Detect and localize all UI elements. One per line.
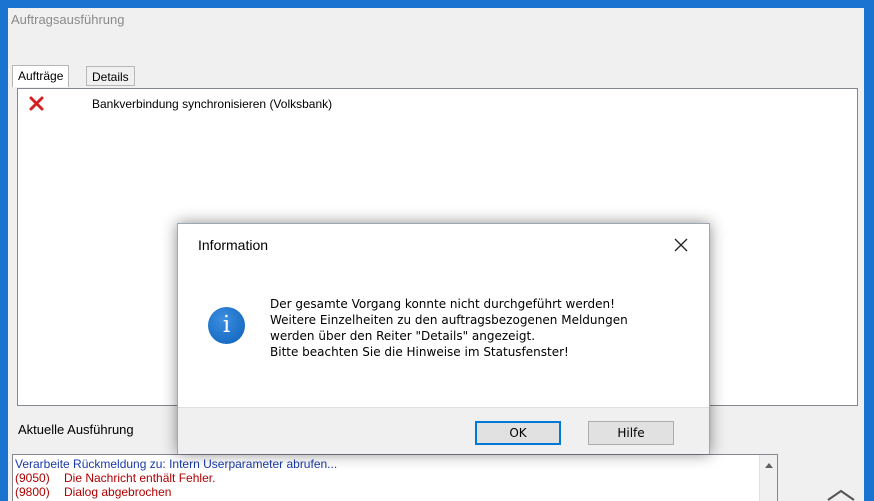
message-line: werden über den Reiter "Details" angezei… (270, 329, 536, 343)
log-text: Dialog abgebrochen (64, 485, 172, 499)
tab-auftraege[interactable]: Aufträge (12, 65, 70, 87)
dialog-message: Der gesamte Vorgang konnte nicht durchge… (270, 296, 700, 360)
log-line: (9800) Dialog abgebrochen (15, 485, 171, 499)
scroll-up-arrow-icon[interactable] (765, 463, 773, 468)
log-line: Verarbeite Rückmeldung zu: Intern Userpa… (15, 457, 337, 471)
log-code: (9800) (15, 485, 50, 499)
message-line: Weitere Einzelheiten zu den auftragsbezo… (270, 313, 628, 327)
help-button[interactable]: Hilfe (588, 421, 674, 445)
dialog-title: Information (198, 237, 269, 253)
log-scrollbar[interactable] (759, 455, 777, 501)
log-line: (9050) Die Nachricht enthält Fehler. (15, 471, 215, 485)
close-icon[interactable] (668, 232, 694, 258)
ok-button[interactable]: OK (475, 421, 561, 445)
message-line: Der gesamte Vorgang konnte nicht durchge… (270, 297, 615, 311)
log-text: Verarbeite Rückmeldung zu: Intern Userpa… (15, 457, 338, 471)
status-log[interactable]: Verarbeite Rückmeldung zu: Intern Userpa… (12, 454, 778, 501)
red-x-icon (28, 95, 46, 113)
tab-details[interactable]: Details (86, 66, 135, 86)
chevron-up-icon (827, 489, 855, 501)
message-line: Bitte beachten Sie die Hinweise im Statu… (270, 345, 569, 359)
information-dialog: Information i Der gesamte Vorgang konnte… (177, 223, 710, 454)
window-title: Auftragsausführung (11, 12, 125, 27)
job-label: Bankverbindung synchronisieren (Volksban… (92, 97, 333, 111)
current-execution-label: Aktuelle Ausführung (18, 422, 134, 437)
log-code: (9050) (15, 471, 50, 485)
dialog-footer: OK Hilfe (178, 407, 709, 454)
info-icon: i (208, 307, 245, 344)
log-text: Die Nachricht enthält Fehler. (64, 471, 216, 485)
